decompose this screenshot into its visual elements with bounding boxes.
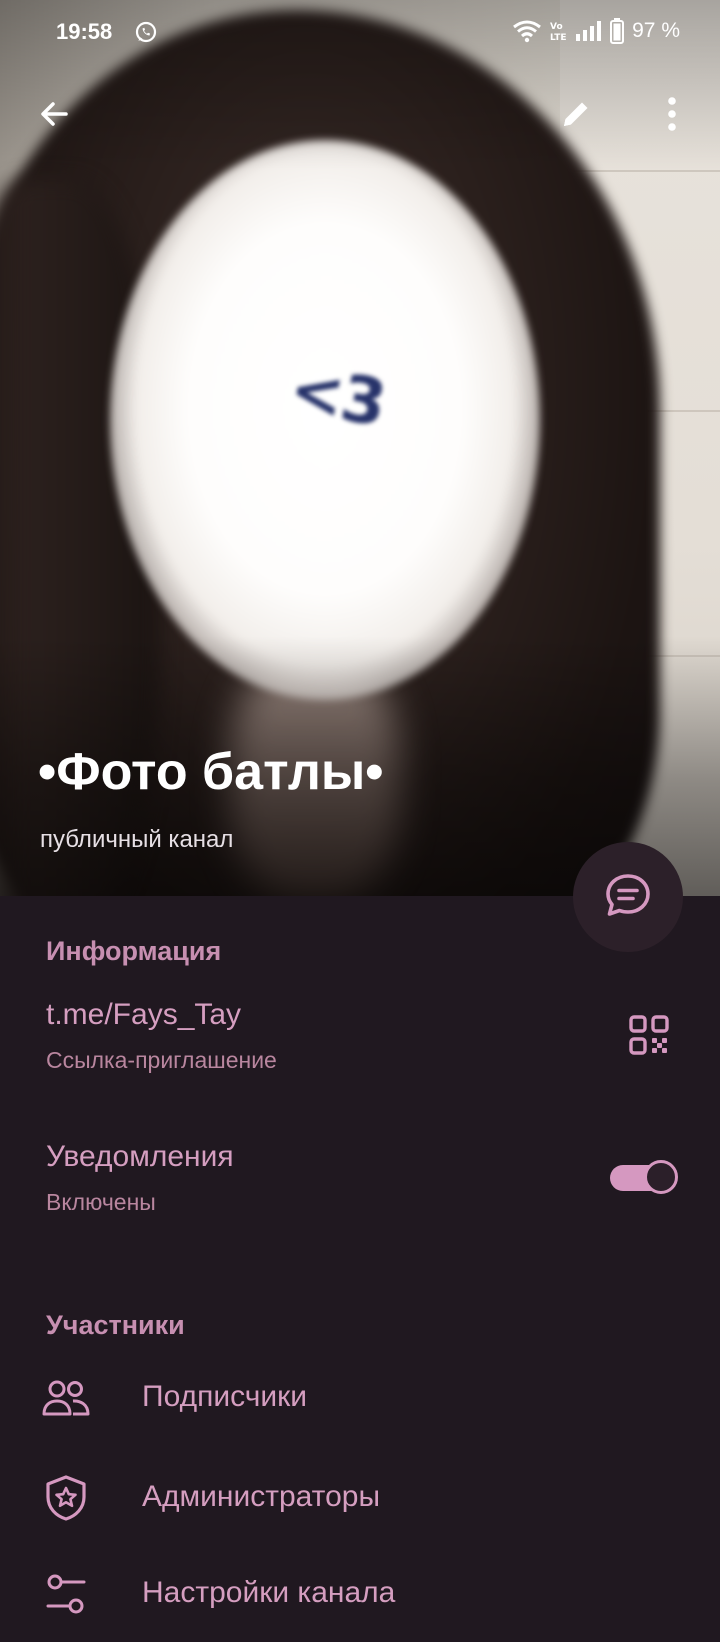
shield-star-icon <box>40 1474 92 1522</box>
arrow-left-icon <box>36 96 72 137</box>
channel-title: •Фото батлы• <box>38 743 384 801</box>
qr-code-icon <box>629 1014 669 1060</box>
more-vertical-icon <box>666 96 678 137</box>
status-bar: 19:58 Vo LTE 97 % <box>0 0 720 64</box>
status-time: 19:58 <box>56 19 113 44</box>
notifications-title[interactable]: Уведомления <box>46 1140 234 1174</box>
menu-subscribers[interactable]: Подписчики <box>0 1350 720 1446</box>
menu-subscribers-label: Подписчики <box>142 1380 308 1413</box>
menu-channel-settings[interactable]: Настройки канала <box>0 1546 720 1642</box>
notifications-toggle[interactable] <box>610 1160 678 1196</box>
section-members-header: Участники <box>46 1310 185 1340</box>
back-button[interactable] <box>30 92 78 140</box>
discussion-button[interactable] <box>573 842 683 952</box>
photo-caption: <3 <box>284 352 390 442</box>
more-options-button[interactable] <box>648 92 696 140</box>
menu-administrators[interactable]: Администраторы <box>0 1450 720 1546</box>
wifi-icon <box>512 19 542 43</box>
menu-administrators-label: Администраторы <box>142 1480 381 1513</box>
section-info-header: Информация <box>46 936 222 966</box>
toggle-thumb <box>644 1160 678 1194</box>
invite-link-label: Ссылка-приглашение <box>46 1047 277 1073</box>
battery-icon <box>610 18 625 44</box>
qr-code-button[interactable] <box>624 1012 674 1062</box>
notifications-status: Включены <box>46 1189 156 1215</box>
signal-icon <box>574 19 604 43</box>
status-indicators: Vo LTE 97 % <box>512 18 680 44</box>
people-icon <box>40 1374 92 1422</box>
volte-icon: Vo LTE <box>548 19 568 43</box>
sliders-icon <box>40 1570 92 1618</box>
whatsapp-icon <box>134 20 158 44</box>
invite-link[interactable]: t.me/Fays_Tay <box>46 998 241 1032</box>
pencil-icon <box>558 96 594 137</box>
menu-channel-settings-label: Настройки канала <box>142 1576 396 1609</box>
svg-text:LTE: LTE <box>550 33 567 43</box>
chat-bubble-icon <box>602 869 654 926</box>
edit-button[interactable] <box>552 92 600 140</box>
battery-percentage: 97 % <box>632 19 680 42</box>
channel-type: публичный канал <box>40 826 234 853</box>
svg-text:Vo: Vo <box>550 22 563 32</box>
